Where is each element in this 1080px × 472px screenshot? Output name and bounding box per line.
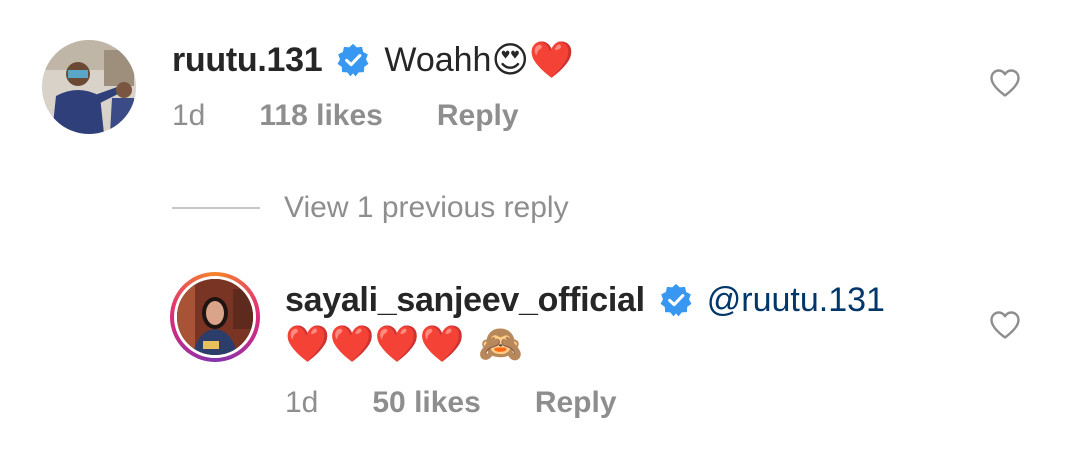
comment-meta: 1d 50 likes Reply [285, 383, 617, 423]
likes-count[interactable]: 50 likes [372, 386, 480, 420]
view-previous-replies-button[interactable]: View 1 previous reply [172, 188, 569, 228]
verified-badge-icon [659, 283, 693, 317]
hearts-emoji: ❤️❤️❤️❤️ [285, 323, 465, 364]
heart-outline-icon [990, 311, 1020, 339]
like-button[interactable] [988, 308, 1022, 342]
verified-badge-icon [336, 43, 370, 77]
comment-headline: ruutu.131 Woahh 😍❤️ [172, 40, 574, 80]
reply-comment: sayali_sanjeev_official @ruutu.131 ❤️❤️❤… [0, 270, 1080, 420]
timestamp: 1d [285, 386, 319, 419]
avatar-photo [177, 279, 253, 355]
username[interactable]: ruutu.131 [172, 41, 323, 80]
username[interactable]: sayali_sanjeev_official [285, 281, 645, 320]
avatar-photo [42, 40, 136, 134]
mention-link[interactable]: @ruutu.131 [707, 281, 885, 320]
see-no-evil-monkey-emoji: 🙈 [478, 323, 524, 364]
avatar[interactable] [174, 276, 256, 358]
comment-emojis: 😍❤️ [491, 39, 574, 80]
likes-count[interactable]: 118 likes [259, 99, 382, 133]
reply-button[interactable]: Reply [437, 99, 519, 133]
replies-divider [172, 207, 260, 209]
reply-button[interactable]: Reply [535, 386, 617, 420]
heart-outline-icon [990, 69, 1020, 97]
comment: ruutu.131 Woahh 😍❤️ 1d 118 likes Reply [0, 40, 1080, 140]
timestamp: 1d [172, 99, 206, 132]
comment-text: Woahh [384, 40, 492, 79]
comment-meta: 1d 118 likes Reply [172, 96, 519, 136]
view-replies-label: View 1 previous reply [284, 191, 569, 224]
like-button[interactable] [988, 66, 1022, 100]
comment-emojis: ❤️❤️❤️❤️ 🙈 [285, 322, 529, 366]
avatar[interactable] [42, 40, 136, 134]
comment-headline: sayali_sanjeev_official @ruutu.131 [285, 280, 885, 320]
